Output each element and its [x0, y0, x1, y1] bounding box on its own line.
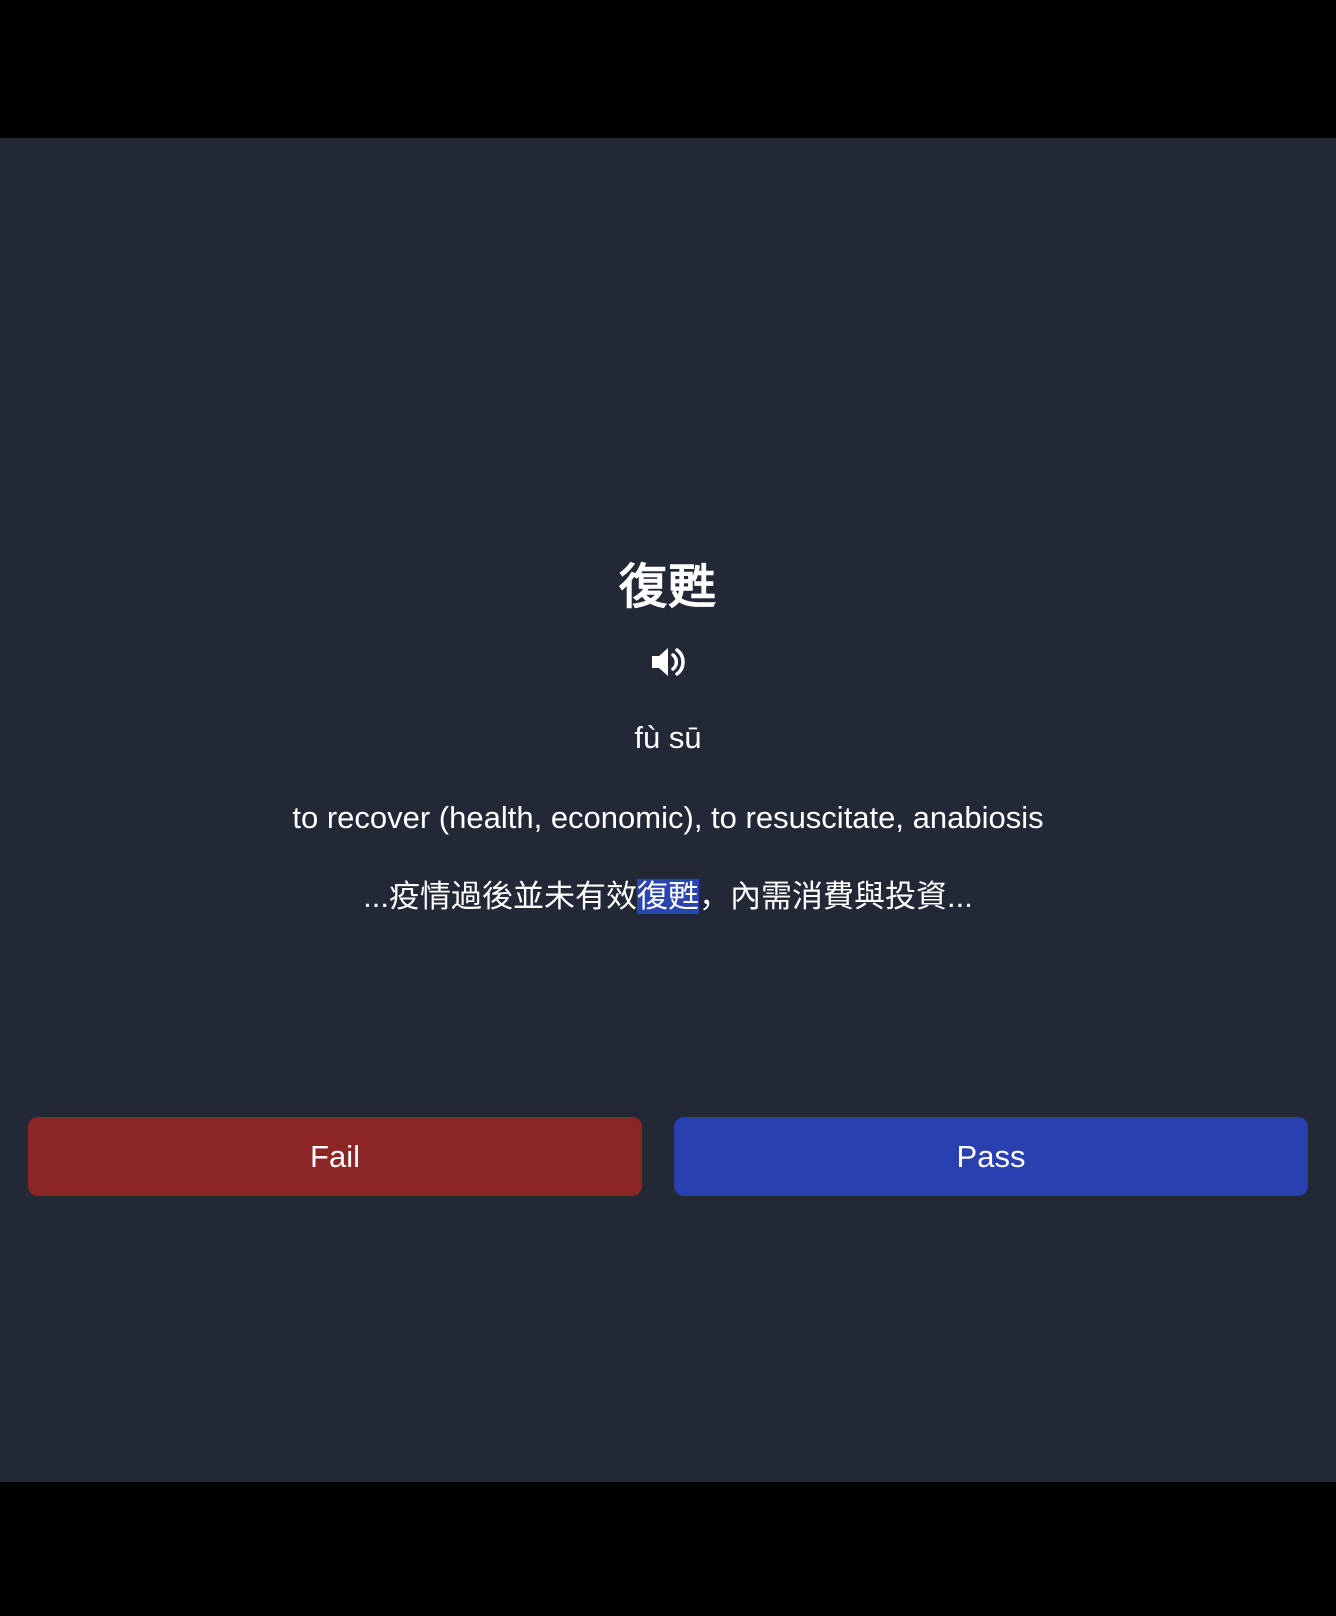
- definition: to recover (health, economic), to resusc…: [292, 800, 1044, 835]
- flashcard-screen: 復甦 fù sū to recover (health, economic), …: [0, 138, 1336, 1482]
- example-sentence: ...疫情過後並未有效復甦，內需消費與投資...: [0, 877, 1336, 917]
- pass-button[interactable]: Pass: [674, 1117, 1308, 1196]
- example-after: ，內需消費與投資...: [699, 879, 973, 914]
- fail-button[interactable]: Fail: [28, 1117, 642, 1196]
- play-audio-button[interactable]: [648, 642, 688, 682]
- letterbox-bottom: [0, 1482, 1336, 1616]
- example-highlight: 復甦: [637, 879, 699, 914]
- speaker-volume-icon: [648, 642, 688, 682]
- letterbox-top: [0, 0, 1336, 138]
- hanzi-term: 復甦: [618, 561, 717, 614]
- example-before: ...疫情過後並未有效: [363, 879, 637, 914]
- pinyin: fù sū: [634, 720, 702, 755]
